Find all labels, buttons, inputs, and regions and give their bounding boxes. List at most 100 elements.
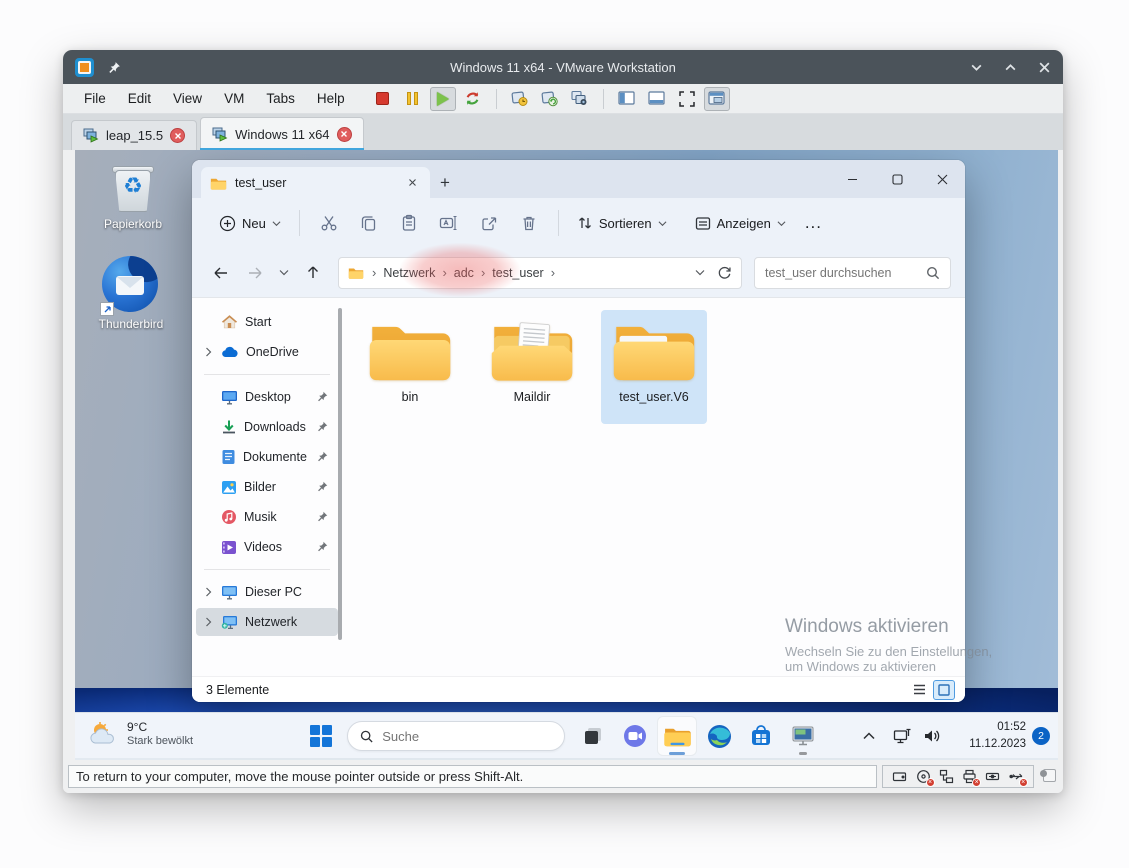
taskbar-search-input[interactable] — [382, 729, 552, 744]
vm-tab-windows11[interactable]: Windows 11 x64 — [200, 117, 363, 150]
sidebar-item-dieser-pc[interactable]: Dieser PC — [196, 578, 334, 606]
breadcrumb-test-user[interactable]: test_user — [487, 263, 548, 283]
usb-icon[interactable]: × — [1008, 768, 1025, 785]
sidebar-item-bilder[interactable]: Bilder — [196, 473, 334, 501]
sidebar-item-videos[interactable]: Videos — [196, 533, 334, 561]
home-icon — [221, 314, 238, 330]
recent-locations-icon[interactable] — [274, 258, 294, 288]
close-vm-tab-icon[interactable] — [337, 127, 352, 142]
delete-icon[interactable] — [509, 205, 549, 241]
new-button[interactable]: Neu — [210, 209, 290, 238]
close-vm-tab-icon[interactable] — [170, 128, 185, 143]
refresh-icon[interactable] — [717, 265, 732, 280]
suspend-icon[interactable] — [400, 87, 426, 111]
power-off-icon[interactable] — [370, 87, 396, 111]
resize-grip[interactable] — [1039, 767, 1058, 786]
disconnected-badge: × — [1019, 778, 1028, 787]
sidebar-item-downloads[interactable]: Downloads — [196, 413, 334, 441]
reset-icon[interactable] — [460, 87, 486, 111]
desktop-icon-recycle-bin[interactable]: ♻ Papierkorb — [95, 162, 171, 231]
volume-tray-button[interactable] — [917, 716, 947, 756]
new-tab-button[interactable]: + — [430, 168, 460, 198]
address-dropdown-icon[interactable] — [695, 269, 705, 276]
pin-icon[interactable] — [108, 61, 121, 74]
explorer-search[interactable] — [754, 257, 951, 289]
explorer-statusbar: 3 Elemente — [192, 676, 965, 702]
edge-button[interactable] — [699, 716, 739, 756]
folder-tile-bin[interactable]: bin — [357, 310, 463, 424]
serial-port-icon[interactable] — [984, 768, 1001, 785]
breadcrumb-netzwerk[interactable]: Netzwerk — [378, 263, 440, 283]
folder-tile-test-user-v6[interactable]: test_user.V6 — [601, 310, 707, 424]
explorer-close-icon[interactable] — [920, 160, 965, 198]
share-icon[interactable] — [469, 205, 509, 241]
menu-tabs[interactable]: Tabs — [255, 87, 306, 110]
revert-snapshot-icon[interactable] — [537, 87, 563, 111]
unity-mode-icon[interactable] — [704, 87, 730, 111]
cut-icon[interactable] — [309, 205, 349, 241]
address-bar[interactable]: › Netzwerk › adc › test_user › — [338, 257, 742, 289]
file-explorer-button[interactable] — [657, 716, 697, 756]
menu-view[interactable]: View — [162, 87, 213, 110]
desktop-icon-thunderbird[interactable]: Thunderbird — [93, 256, 169, 331]
cd-rom-icon[interactable]: × — [915, 768, 932, 785]
weather-widget[interactable]: 9°C Stark bewölkt — [87, 720, 193, 747]
sidebar-scrollbar[interactable] — [338, 308, 342, 640]
maximize-window-icon[interactable] — [1003, 60, 1017, 74]
documents-icon — [221, 449, 236, 465]
chat-button[interactable] — [615, 716, 655, 756]
show-library-icon[interactable] — [614, 87, 640, 111]
power-on-icon[interactable] — [430, 87, 456, 111]
sort-button[interactable]: Sortieren — [568, 209, 676, 237]
explorer-minimize-icon[interactable] — [830, 160, 875, 198]
close-explorer-tab-icon[interactable] — [403, 174, 421, 192]
sidebar-item-musik[interactable]: Musik — [196, 503, 334, 531]
clock-widget[interactable]: 01:52 11.12.2023 — [969, 719, 1026, 752]
menu-vm[interactable]: VM — [213, 87, 255, 110]
hard-disk-icon[interactable] — [891, 768, 908, 785]
explorer-tab[interactable]: test_user — [201, 167, 430, 198]
chevron-down-icon — [272, 220, 281, 227]
sidebar-item-start[interactable]: Start — [196, 308, 334, 336]
breadcrumb-adc[interactable]: adc — [449, 263, 479, 283]
paste-icon[interactable] — [389, 205, 429, 241]
more-options-button[interactable]: ... — [795, 213, 832, 233]
disconnected-badge: × — [926, 778, 935, 787]
take-snapshot-icon[interactable] — [507, 87, 533, 111]
sidebar-item-onedrive[interactable]: OneDrive — [196, 338, 334, 366]
large-icons-view-icon[interactable] — [933, 680, 955, 700]
menu-file[interactable]: File — [73, 87, 117, 110]
fullscreen-icon[interactable] — [674, 87, 700, 111]
snapshot-manager-icon[interactable] — [567, 87, 593, 111]
this-pc-icon — [221, 585, 238, 600]
folder-tile-maildir[interactable]: Maildir — [479, 310, 585, 424]
taskbar-search[interactable] — [347, 721, 565, 751]
network-adapter-icon[interactable] — [938, 768, 955, 785]
menu-edit[interactable]: Edit — [117, 87, 162, 110]
task-view-button[interactable] — [573, 716, 613, 756]
vmware-tools-button[interactable] — [783, 716, 823, 756]
back-icon[interactable] — [206, 258, 236, 288]
explorer-maximize-icon[interactable] — [875, 160, 920, 198]
forward-icon[interactable] — [240, 258, 270, 288]
up-icon[interactable] — [298, 258, 328, 288]
details-view-icon[interactable] — [908, 680, 930, 700]
notification-badge[interactable]: 2 — [1032, 727, 1050, 745]
rename-icon[interactable] — [429, 205, 469, 241]
printer-icon[interactable]: × — [961, 768, 978, 785]
store-button[interactable] — [741, 716, 781, 756]
show-console-icon[interactable] — [644, 87, 670, 111]
minimize-window-icon[interactable] — [969, 60, 983, 74]
vm-tab-leap[interactable]: leap_15.5 — [71, 120, 197, 150]
tray-expand-button[interactable] — [853, 716, 885, 756]
copy-icon[interactable] — [349, 205, 389, 241]
sidebar-item-dokumente[interactable]: Dokumente — [196, 443, 334, 471]
sidebar-item-desktop[interactable]: Desktop — [196, 383, 334, 411]
sidebar-item-netzwerk[interactable]: Netzwerk — [196, 608, 338, 636]
close-window-icon[interactable] — [1037, 60, 1051, 74]
explorer-search-input[interactable] — [765, 266, 926, 280]
start-button[interactable] — [301, 716, 341, 756]
view-button[interactable]: Anzeigen — [686, 210, 795, 237]
network-tray-button[interactable] — [887, 716, 917, 756]
menu-help[interactable]: Help — [306, 87, 356, 110]
